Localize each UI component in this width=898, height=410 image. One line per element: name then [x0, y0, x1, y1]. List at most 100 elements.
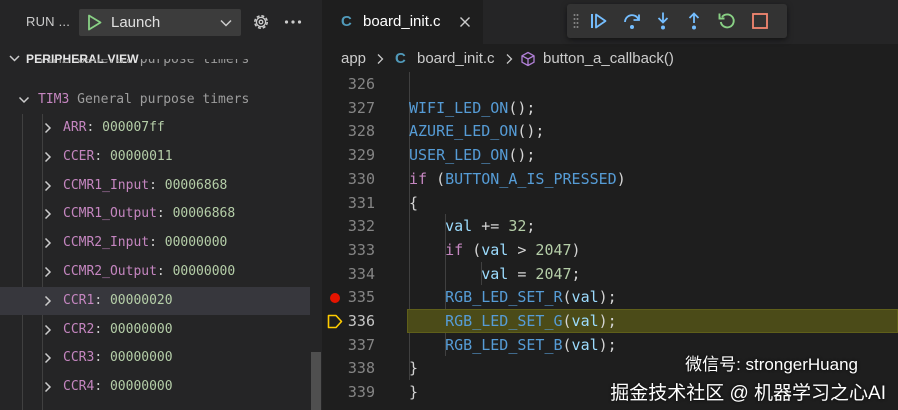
register-separator: :: [149, 235, 165, 251]
gear-icon[interactable]: [251, 12, 271, 32]
code-line[interactable]: 332 val += 32;: [323, 214, 898, 238]
code-line[interactable]: 331 {: [323, 191, 898, 215]
launch-config-select[interactable]: Launch: [79, 9, 241, 36]
register-value: 000007ff: [102, 120, 165, 135]
group-name: TIM3: [38, 92, 70, 107]
continue-icon[interactable]: [589, 11, 609, 31]
code-token: WIFI_LED_ON: [409, 98, 509, 117]
tree-group-tim3[interactable]: TIM3 General purpose timers: [0, 86, 310, 114]
register-separator: :: [156, 206, 173, 222]
code-token: ): [616, 169, 626, 188]
register-separator: :: [94, 148, 110, 164]
breadcrumb-file[interactable]: board_init.c: [417, 50, 495, 67]
register-separator: :: [94, 292, 110, 308]
line-number: 332: [347, 217, 375, 236]
code-token: ): [571, 240, 581, 259]
code-token: (: [562, 288, 572, 307]
code-line[interactable]: 330 if (BUTTON_A_IS_PRESSED): [323, 167, 898, 191]
group-name: TIM2: [38, 59, 70, 67]
code-token: >: [508, 240, 536, 259]
code-token: 32: [508, 217, 527, 236]
code-text: if (BUTTON_A_IS_PRESSED): [409, 170, 626, 188]
code-token: +=: [472, 217, 509, 236]
code-text: AZURE_LED_ON();: [409, 122, 544, 140]
register-separator: :: [149, 177, 165, 193]
code-text: }: [409, 359, 418, 377]
code-text: val += 32;: [445, 217, 535, 235]
code-line[interactable]: 335 RGB_LED_SET_R(val);: [323, 285, 898, 309]
line-number: 327: [347, 98, 375, 117]
register-value: 00000000: [164, 235, 228, 251]
run-toolbar: RUN ... Launch: [0, 0, 322, 44]
register-row[interactable]: CCR4: 00000000: [0, 373, 310, 401]
stop-icon[interactable]: [750, 11, 770, 31]
register-row[interactable]: CCR2: 00000000: [0, 316, 310, 344]
breadcrumb-folder[interactable]: app: [341, 50, 366, 67]
line-number: 337: [347, 335, 375, 354]
step-over-icon[interactable]: [622, 11, 642, 31]
code-token: }: [409, 383, 419, 402]
code-token: val: [571, 288, 599, 307]
code-line[interactable]: 328 AZURE_LED_ON();: [323, 119, 898, 143]
chevron-right-icon: [44, 209, 52, 220]
register-row[interactable]: CCMR1_Input: 00006868: [0, 172, 310, 200]
code-token: RGB_LED_SET_G: [445, 312, 563, 330]
code-line[interactable]: 334 val = 2047;: [323, 262, 898, 286]
chevron-right-icon: [377, 54, 384, 64]
code-token: val: [445, 217, 473, 236]
step-out-icon[interactable]: [684, 11, 704, 31]
tree-group-partial[interactable]: TIM2 General purpose timers: [0, 59, 310, 73]
code-token: ();: [508, 98, 536, 117]
code-line[interactable]: 329 USER_LED_ON();: [323, 143, 898, 167]
restart-icon[interactable]: [717, 11, 737, 31]
register-separator: :: [86, 120, 103, 135]
chevron-right-icon: [44, 151, 52, 162]
register-name: CCR2: [63, 321, 95, 337]
start-debugging-icon[interactable]: [85, 13, 104, 32]
drag-handle-icon[interactable]: [573, 13, 579, 29]
c-file-icon: C: [395, 50, 406, 67]
line-number: 330: [347, 169, 375, 188]
code-token: 2047: [535, 264, 572, 283]
code-line[interactable]: 327 WIFI_LED_ON();: [323, 96, 898, 120]
register-row[interactable]: CCR1: 00000020: [0, 286, 310, 315]
scrollbar-thumb[interactable]: [311, 352, 321, 410]
register-row[interactable]: CCMR2_Input: 00000000: [0, 229, 310, 257]
code-token: =: [508, 264, 536, 283]
code-token: (: [463, 240, 482, 259]
code-token: BUTTON_A_IS_PRESSED: [445, 169, 617, 188]
run-view-title: RUN ...: [26, 14, 71, 29]
line-number: 338: [347, 359, 375, 378]
code-line[interactable]: 326: [323, 72, 898, 96]
editor: C board_init.c app C board_init.c button…: [323, 0, 898, 410]
register-name: CCMR1_Output: [63, 206, 157, 222]
tab-board-init[interactable]: C board_init.c: [323, 0, 483, 44]
step-into-icon[interactable]: [653, 11, 673, 31]
register-row[interactable]: CCMR1_Output: 00006868: [0, 200, 310, 228]
register-separator: :: [94, 321, 110, 337]
register-row[interactable]: ARR: 000007ff: [0, 114, 310, 142]
register-separator: :: [94, 350, 110, 366]
code-text: USER_LED_ON();: [409, 146, 535, 164]
code-token: AZURE_LED_ON: [409, 122, 518, 141]
breadcrumb-symbol[interactable]: button_a_callback(): [543, 50, 674, 67]
register-separator: :: [94, 379, 110, 395]
code-text: WIFI_LED_ON();: [409, 99, 535, 117]
code-text: RGB_LED_SET_R(val);: [445, 288, 617, 306]
code-token: {: [409, 193, 419, 212]
register-row[interactable]: CCER: 00000011: [0, 143, 310, 171]
more-actions-icon[interactable]: [283, 12, 303, 32]
register-value: 00000000: [109, 321, 173, 337]
chevron-down-icon[interactable]: [219, 16, 233, 30]
register-name: CCMR2_Output: [63, 264, 157, 279]
register-name: ARR: [63, 120, 87, 135]
group-description: General purpose timers: [77, 59, 250, 67]
register-row[interactable]: CCMR2_Output: 00000000: [0, 258, 310, 286]
code-line[interactable]: 333 if (val > 2047): [323, 238, 898, 262]
close-icon[interactable]: [459, 16, 471, 28]
chevron-right-icon: [44, 324, 52, 335]
chevron-down-icon: [18, 96, 30, 104]
code-line[interactable]: 336 RGB_LED_SET_G(val);: [323, 309, 898, 333]
register-row[interactable]: CCR3: 00000000: [0, 344, 310, 372]
code-token: RGB_LED_SET_R: [445, 288, 563, 307]
